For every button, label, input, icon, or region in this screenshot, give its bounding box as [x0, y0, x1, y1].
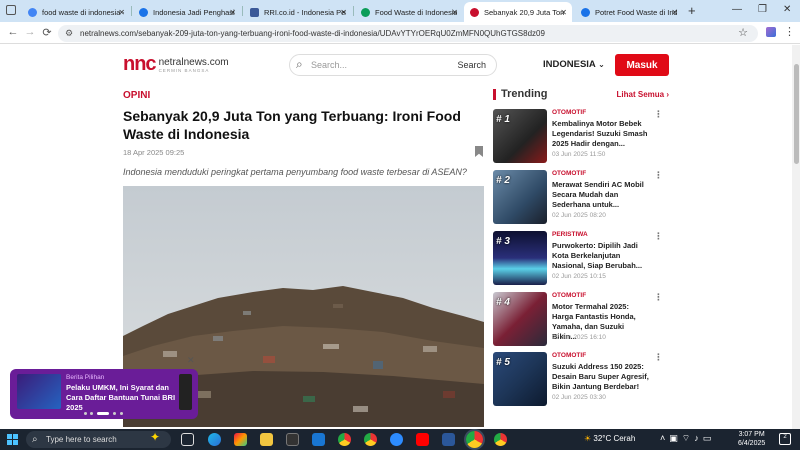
site-favicon-icon [581, 7, 590, 17]
close-window-button[interactable]: ✕ [783, 4, 791, 15]
site-logo[interactable]: nnc netralnews.com CERMIN BANGSA [123, 54, 229, 74]
popup-thumbnail [17, 374, 61, 409]
rri-favicon-icon [250, 7, 259, 17]
more-options-icon[interactable]: ⋮ [654, 352, 663, 363]
copilot-icon[interactable] [234, 433, 247, 446]
article-title: Sebanyak 20,9 Juta Ton yang Terbuang: Ir… [123, 108, 461, 142]
sun-icon: ☀ [584, 434, 592, 443]
carousel-dot[interactable] [90, 412, 93, 415]
chevron-up-icon[interactable]: ˄ [660, 433, 669, 443]
tab-actions-icon[interactable] [6, 5, 16, 15]
camera-icon[interactable]: ▣ [669, 433, 682, 443]
popup-close-icon[interactable]: ✕ [187, 355, 195, 366]
forward-arrow-icon[interactable]: → [23, 26, 37, 38]
edge-icon[interactable] [208, 433, 221, 446]
browser-tab-bar: food waste di indonesia - P ✕ Indonesia … [0, 0, 800, 22]
trending-item[interactable]: # 2 OTOMOTIF Merawat Sendiri AC Mobil Se… [493, 170, 669, 226]
bookmark-star-icon[interactable]: ☆ [738, 26, 748, 39]
trending-item[interactable]: # 4 OTOMOTIF Motor Termahal 2025: Harga … [493, 292, 669, 348]
close-tab-icon[interactable]: ✕ [229, 8, 236, 17]
browser-address-bar: ← → ⟳ ⚙ netralnews.com/sebanyak-209-juta… [0, 22, 800, 44]
scrollbar-thumb[interactable] [794, 64, 799, 164]
search-bar[interactable]: ⌕ Search... Search [289, 54, 497, 76]
browser-tab-3[interactable]: RRI.co.id - Indonesia Peny ✕ [244, 2, 352, 22]
url-input[interactable]: ⚙ netralnews.com/sebanyak-209-juta-ton-y… [58, 25, 758, 42]
trending-item[interactable]: # 5 OTOMOTIF Suzuki Address 150 2025: De… [493, 352, 669, 408]
outlook-icon[interactable] [312, 433, 325, 446]
zoom-icon[interactable] [390, 433, 403, 446]
maximize-button[interactable]: ❐ [758, 4, 767, 15]
chrome-window-icon[interactable] [494, 433, 507, 446]
login-button[interactable]: Masuk [615, 54, 669, 76]
more-options-icon[interactable]: ⋮ [654, 292, 663, 303]
close-tab-icon[interactable]: ✕ [340, 8, 347, 17]
word-icon[interactable] [442, 433, 455, 446]
wifi-icon[interactable]: ⌔ [682, 433, 694, 443]
more-options-icon[interactable]: ⋮ [654, 109, 663, 120]
windows-start-icon[interactable] [7, 434, 18, 445]
task-view-icon[interactable] [181, 433, 194, 446]
chevron-down-icon: ⌄ [598, 60, 605, 69]
menu-dots-icon[interactable]: ⋮ [784, 25, 795, 38]
close-tab-icon[interactable]: ✕ [451, 8, 458, 17]
minimize-button[interactable]: — [732, 4, 742, 15]
reload-icon[interactable]: ⟳ [40, 26, 54, 39]
trending-title: Trending [501, 88, 548, 100]
trending-header: Trending Lihat Semua › [493, 88, 669, 102]
article-category[interactable]: OPINI [123, 90, 150, 101]
netralnews-favicon-icon [470, 7, 479, 17]
more-options-icon[interactable]: ⋮ [654, 170, 663, 181]
chrome-profile-icon[interactable] [364, 433, 377, 446]
file-explorer-icon[interactable] [260, 433, 273, 446]
carousel-dot[interactable] [120, 412, 123, 415]
youtube-icon[interactable] [416, 433, 429, 446]
windows-taskbar: ⌕ Type here to search ✦ ☀ 32°C Cerah ˄▣⌔… [0, 429, 800, 450]
highlights-icon[interactable]: ✦ [150, 430, 163, 444]
store-icon[interactable] [286, 433, 299, 446]
see-all-link[interactable]: Lihat Semua › [617, 90, 669, 99]
notification-icon[interactable]: 2 [779, 433, 791, 445]
carousel-dot[interactable] [113, 412, 116, 415]
search-input[interactable]: Search... [311, 60, 347, 70]
browser-tab-1[interactable]: food waste di indonesia - P ✕ [22, 2, 130, 22]
article-lede: Indonesia menduduki peringkat pertama pe… [123, 167, 467, 177]
browser-tab-active[interactable]: Sebanyak 20,9 Juta Ton yan ✕ [464, 2, 572, 22]
bookmark-icon[interactable] [475, 146, 483, 157]
site-favicon-icon [361, 7, 370, 17]
carousel-dot-active[interactable] [97, 412, 109, 415]
chrome-icon[interactable] [338, 433, 351, 446]
site-favicon-icon [139, 7, 148, 17]
close-tab-icon[interactable]: ✕ [118, 8, 125, 17]
extension-icon[interactable] [766, 27, 776, 37]
taskbar-clock[interactable]: 3:07 PM 6/4/2025 [738, 431, 765, 448]
battery-icon[interactable]: ▭ [703, 433, 716, 443]
article-date: 18 Apr 2025 09:25 [123, 148, 185, 157]
chrome-active-icon[interactable] [466, 431, 483, 448]
close-tab-icon[interactable]: ✕ [671, 8, 678, 17]
google-favicon-icon [28, 7, 37, 17]
browser-tab-6[interactable]: Potret Food Waste di Indo ✕ [575, 2, 683, 22]
trending-item[interactable]: # 1 OTOMOTIF Kembalinya Motor Bebek Lege… [493, 109, 669, 165]
browser-tab-4[interactable]: Food Waste di Indonesia: C ✕ [355, 2, 463, 22]
search-icon: ⌕ [32, 434, 38, 445]
back-arrow-icon[interactable]: ← [6, 26, 20, 38]
trending-item[interactable]: # 3 PERISTIWA Purwokerto: Dipilih Jadi K… [493, 231, 669, 287]
new-tab-button[interactable]: + [688, 3, 696, 18]
search-button[interactable]: Search [457, 60, 486, 70]
volume-icon[interactable]: ♪ [694, 433, 703, 443]
popup-phone-image [179, 374, 192, 410]
weather-widget[interactable]: ☀ 32°C Cerah [584, 434, 635, 443]
close-tab-icon[interactable]: ✕ [560, 8, 567, 17]
more-options-icon[interactable]: ⋮ [654, 231, 663, 242]
carousel-dot[interactable] [84, 412, 87, 415]
site-info-icon[interactable]: ⚙ [65, 28, 73, 39]
system-tray[interactable]: ˄▣⌔♪▭ [660, 433, 715, 444]
search-icon: ⌕ [296, 57, 303, 71]
edition-selector[interactable]: INDONESIA ⌄ [543, 59, 605, 70]
browser-tab-2[interactable]: Indonesia Jadi Penghasil S ✕ [133, 2, 241, 22]
